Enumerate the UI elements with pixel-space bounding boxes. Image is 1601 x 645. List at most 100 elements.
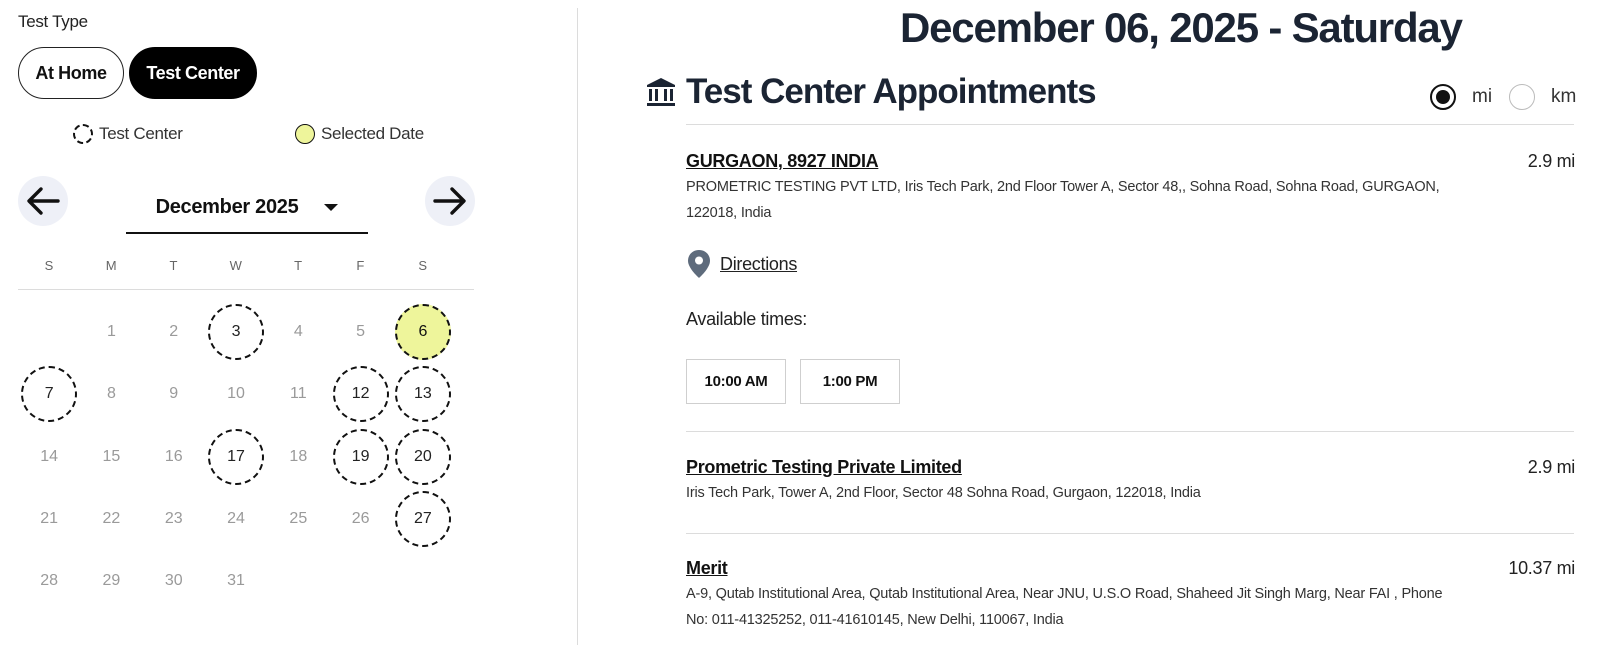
map-pin-icon bbox=[688, 250, 710, 278]
weekday-label: S bbox=[418, 258, 428, 273]
filled-circle-icon bbox=[295, 124, 315, 144]
weekday-label: T bbox=[169, 258, 178, 273]
unit-mi-option[interactable]: mi bbox=[1430, 84, 1492, 110]
calendar-cell: 26 bbox=[329, 488, 391, 550]
calendar-cell: 7 bbox=[18, 363, 80, 425]
calendar-cell: 4 bbox=[267, 301, 329, 363]
calendar-cell: 21 bbox=[18, 488, 80, 550]
date-picker-panel: Test Type At Home Test Center Test Cente… bbox=[0, 0, 578, 645]
calendar-cell: 15 bbox=[80, 426, 142, 488]
calendar-day: 31 bbox=[227, 572, 245, 590]
calendar-grid: 1 2 3 4 5 6 7 8 9 10 11 12 13 14 15 16 17 18 19 20 21 22 23 24 2… bbox=[18, 301, 474, 612]
unit-km-label: km bbox=[1551, 86, 1577, 107]
available-day[interactable]: 13 bbox=[394, 366, 451, 423]
available-day[interactable]: 7 bbox=[21, 366, 78, 423]
test-center-button[interactable]: Test Center bbox=[129, 47, 257, 99]
calendar-cell: 12 bbox=[329, 363, 391, 425]
dashed-circle-icon bbox=[73, 124, 93, 144]
time-slot-button[interactable]: 10:00 AM bbox=[686, 359, 786, 404]
calendar-day: 8 bbox=[106, 385, 116, 403]
calendar-cell: 8 bbox=[80, 363, 142, 425]
calendar-cell: 13 bbox=[392, 363, 454, 425]
unit-km-option[interactable]: km bbox=[1509, 84, 1576, 110]
available-day[interactable]: 3 bbox=[208, 304, 265, 361]
directions-label: Directions bbox=[720, 253, 798, 274]
month-select[interactable]: December 2025 bbox=[126, 182, 368, 234]
divider bbox=[686, 124, 1574, 125]
calendar-cell: 23 bbox=[143, 488, 205, 550]
calendar-cell: 16 bbox=[143, 426, 205, 488]
calendar-day: 5 bbox=[356, 323, 366, 341]
selected-day[interactable]: 6 bbox=[394, 304, 451, 361]
legend-test-center-label: Test Center bbox=[99, 124, 183, 143]
radio-mi[interactable] bbox=[1430, 84, 1456, 110]
next-month-button[interactable] bbox=[425, 176, 475, 226]
location-distance: 10.37 mi bbox=[1508, 558, 1575, 578]
calendar-day: 23 bbox=[164, 510, 183, 528]
calendar-cell: 28 bbox=[18, 550, 80, 612]
available-day[interactable]: 19 bbox=[332, 428, 389, 485]
available-day[interactable]: 27 bbox=[394, 491, 451, 548]
location-address: A-9, Qutab Institutional Area, Qutab Ins… bbox=[686, 586, 1443, 628]
calendar-cell: 17 bbox=[205, 426, 267, 488]
arrow-right-icon bbox=[433, 187, 466, 215]
legend-selected-date: Selected Date bbox=[295, 124, 424, 144]
weekday-header: SMTWTFS bbox=[18, 258, 474, 273]
available-day[interactable]: 12 bbox=[332, 366, 389, 423]
calendar-day: 1 bbox=[106, 323, 116, 341]
calendar-day: 22 bbox=[102, 510, 121, 528]
calendar-cell: 9 bbox=[143, 363, 205, 425]
calendar-day: 18 bbox=[289, 447, 308, 465]
section-title: Test Center Appointments bbox=[686, 72, 1097, 111]
at-home-button[interactable]: At Home bbox=[18, 47, 124, 99]
calendar-cell: 22 bbox=[80, 488, 142, 550]
previous-month-button[interactable] bbox=[18, 176, 68, 226]
calendar-cell: 11 bbox=[267, 363, 329, 425]
calendar-day: 15 bbox=[102, 447, 121, 465]
calendar-day: 28 bbox=[40, 572, 59, 590]
available-day[interactable]: 20 bbox=[394, 428, 451, 485]
calendar-blank-cell bbox=[18, 301, 80, 363]
location-address: PROMETRIC TESTING PVT LTD, Iris Tech Par… bbox=[686, 179, 1440, 221]
calendar-day: 16 bbox=[164, 447, 183, 465]
calendar-cell: 1 bbox=[80, 301, 142, 363]
available-day[interactable]: 17 bbox=[208, 428, 265, 485]
calendar-day: 25 bbox=[289, 510, 308, 528]
legend-test-center: Test Center bbox=[73, 124, 183, 144]
month-label: December 2025 bbox=[155, 195, 299, 218]
calendar-cell: 10 bbox=[205, 363, 267, 425]
available-times-label: Available times: bbox=[686, 309, 807, 329]
calendar-cell: 18 bbox=[267, 426, 329, 488]
weekday-label: W bbox=[229, 258, 243, 273]
unit-mi-label: mi bbox=[1472, 86, 1493, 107]
calendar-day: 14 bbox=[40, 447, 59, 465]
calendar-cell: 20 bbox=[392, 426, 454, 488]
calendar-day: 30 bbox=[164, 572, 183, 590]
calendar-day: 24 bbox=[227, 510, 245, 528]
weekday-label: T bbox=[294, 258, 303, 273]
divider bbox=[686, 431, 1574, 432]
panel-divider bbox=[577, 8, 578, 645]
calendar-day: 26 bbox=[351, 510, 370, 528]
calendar-cell: 2 bbox=[143, 301, 205, 363]
calendar-day: 21 bbox=[40, 510, 59, 528]
calendar-cell: 19 bbox=[329, 426, 391, 488]
calendar-cell: 29 bbox=[80, 550, 142, 612]
calendar-cell: 25 bbox=[267, 488, 329, 550]
location-distance: 2.9 mi bbox=[1527, 457, 1576, 477]
calendar-cell: 5 bbox=[329, 301, 391, 363]
test-type-label: Test Type bbox=[18, 12, 88, 31]
time-slot-button[interactable]: 1:00 PM bbox=[800, 359, 900, 404]
calendar-cell: 31 bbox=[205, 550, 267, 612]
location-address: Iris Tech Park, Tower A, 2nd Floor, Sect… bbox=[686, 485, 1201, 501]
location-name[interactable]: GURGAON, 8927 INDIA bbox=[686, 151, 879, 172]
calendar-day: 2 bbox=[169, 323, 179, 341]
legend-selected-date-label: Selected Date bbox=[321, 124, 424, 143]
calendar-cell: 6 bbox=[392, 301, 454, 363]
radio-km[interactable] bbox=[1509, 84, 1535, 110]
location-name[interactable]: Prometric Testing Private Limited bbox=[686, 457, 962, 478]
caret-down-icon bbox=[324, 203, 339, 211]
directions-link[interactable]: Directions bbox=[686, 249, 797, 279]
location-name[interactable]: Merit bbox=[686, 558, 728, 579]
calendar-day: 9 bbox=[169, 385, 179, 403]
